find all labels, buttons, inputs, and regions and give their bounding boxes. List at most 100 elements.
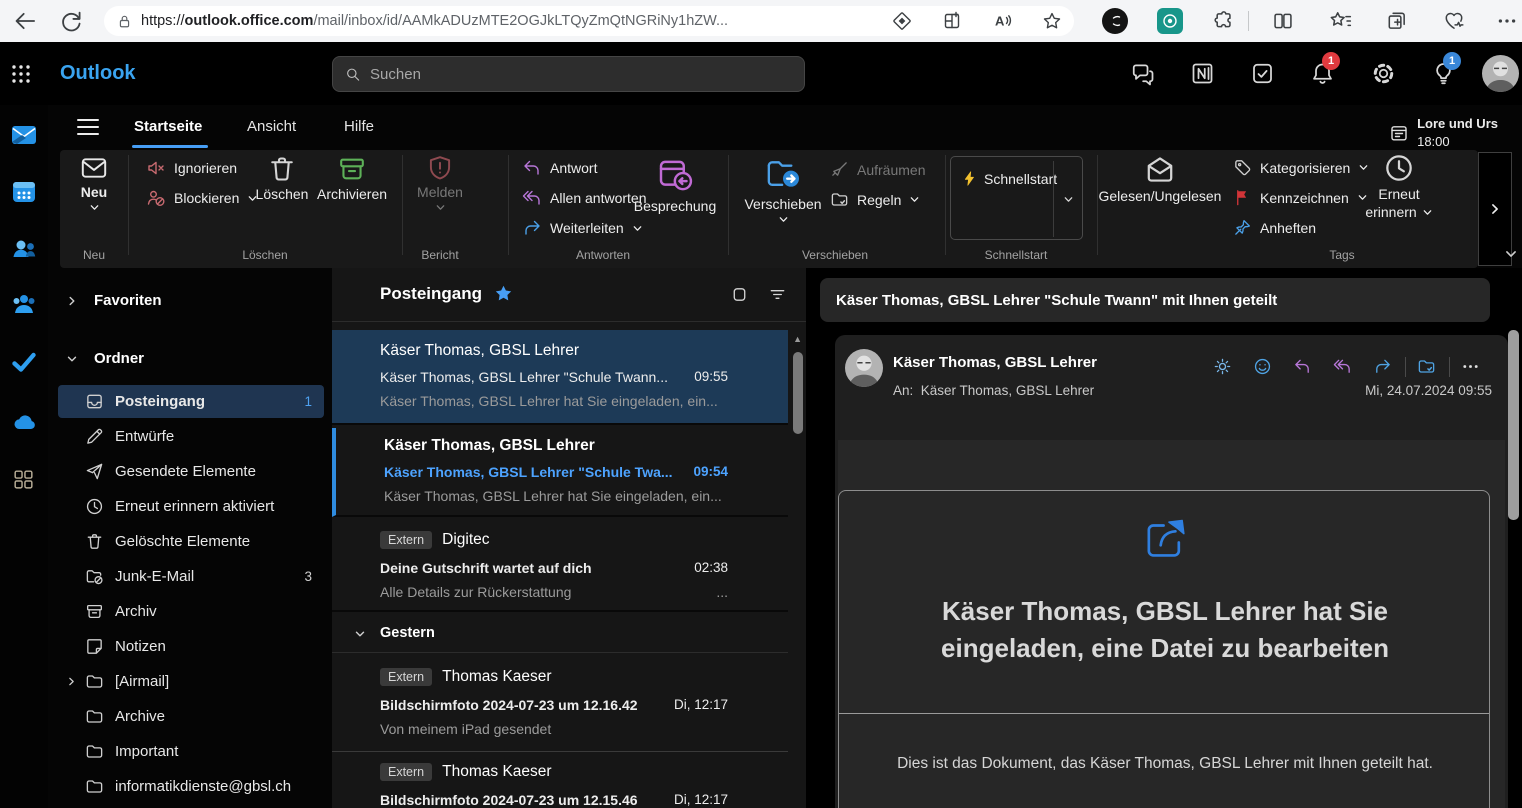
- extensions-puzzle-icon[interactable]: [1213, 10, 1235, 32]
- forward-button[interactable]: Weiterleiten: [522, 218, 643, 238]
- block-button[interactable]: Blockieren: [146, 188, 258, 208]
- split-screen-icon[interactable]: [1272, 10, 1294, 32]
- reading-scrollbar-thumb[interactable]: [1508, 330, 1519, 520]
- reply-all-button[interactable]: Allen antworten: [522, 188, 647, 208]
- snooze-button[interactable]: Erneut erinnern: [1367, 152, 1431, 220]
- scroll-up-arrow[interactable]: ▲: [793, 334, 802, 344]
- message-sender-name[interactable]: Käser Thomas, GBSL Lehrer: [893, 354, 1097, 371]
- favorite-star-icon[interactable]: [1042, 11, 1062, 31]
- rules-button[interactable]: Regeln: [830, 190, 920, 209]
- filter-icon[interactable]: [768, 285, 787, 304]
- address-bar[interactable]: https://outlook.office.com/mail/inbox/id…: [104, 6, 1074, 36]
- account-avatar[interactable]: [1482, 55, 1519, 92]
- folder-notes[interactable]: Notizen: [58, 630, 324, 663]
- rail-more-apps-icon[interactable]: [11, 467, 36, 492]
- new-mail-button[interactable]: Neu: [64, 154, 124, 213]
- tab-startseite[interactable]: Startseite: [134, 105, 202, 148]
- move-button[interactable]: Verschieben: [748, 154, 818, 225]
- email-row-4[interactable]: ExternThomas Kaeser Bildschirmfoto 2024-…: [332, 655, 788, 752]
- browser-refresh-icon[interactable]: [58, 8, 84, 34]
- sweep-button[interactable]: Aufräumen: [830, 160, 925, 179]
- read-unread-button[interactable]: Gelesen/Ungelesen: [1085, 154, 1235, 204]
- rail-groups-icon[interactable]: [11, 291, 37, 317]
- categorize-button[interactable]: Kategorisieren: [1233, 158, 1369, 177]
- folder-deleted[interactable]: Gelöschte Elemente: [58, 525, 324, 558]
- extension-dashlane-icon[interactable]: [1102, 8, 1128, 34]
- more-actions-icon[interactable]: [1461, 357, 1480, 376]
- folder-junk[interactable]: Junk-E-Mail 3: [58, 560, 324, 593]
- sun-theme-icon[interactable]: [1213, 357, 1232, 376]
- read-aloud-icon[interactable]: A: [992, 11, 1012, 31]
- folder-drafts[interactable]: Entwürfe: [58, 420, 324, 453]
- mute-speaker-icon: [146, 158, 166, 178]
- teams-chat-icon[interactable]: [1130, 61, 1155, 86]
- settings-gear-icon[interactable]: [1371, 61, 1396, 86]
- quick-steps-box[interactable]: Schnellstart: [950, 156, 1083, 240]
- send-to-device-icon[interactable]: [892, 11, 912, 31]
- reactions-smiley-icon[interactable]: [1253, 357, 1272, 376]
- collections-icon[interactable]: [1386, 10, 1408, 32]
- ignore-button[interactable]: Ignorieren: [146, 158, 237, 178]
- rail-people-icon[interactable]: [11, 236, 37, 262]
- email-row-5[interactable]: ExternThomas Kaeser Bildschirmfoto 2024-…: [332, 755, 788, 808]
- search-bar[interactable]: [332, 56, 805, 92]
- favorites-header[interactable]: Favoriten: [58, 292, 162, 309]
- flag-button[interactable]: Kennzeichnen: [1233, 188, 1368, 207]
- folders-header[interactable]: Ordner: [58, 350, 144, 367]
- outlook-wordmark[interactable]: Outlook: [60, 42, 136, 105]
- nav-hamburger-icon[interactable]: [76, 118, 100, 136]
- todo-icon[interactable]: [1250, 61, 1275, 86]
- chevron-down-icon: [778, 214, 789, 225]
- archive-button[interactable]: Archivieren: [316, 154, 388, 202]
- reply-all-icon[interactable]: [1333, 357, 1352, 376]
- browser-back-icon[interactable]: [12, 8, 38, 34]
- folder-sent[interactable]: Gesendete Elemente: [58, 455, 324, 488]
- move-to-folder-icon[interactable]: [1417, 357, 1436, 376]
- rail-mail-icon[interactable]: [11, 122, 37, 148]
- chevron-down-icon[interactable]: [1063, 194, 1074, 205]
- report-button[interactable]: Melden: [410, 154, 470, 213]
- pin-icon: [1233, 218, 1252, 237]
- calendar-peek[interactable]: Lore und Urs 18:00: [1417, 110, 1498, 149]
- folder-important[interactable]: Important: [58, 735, 324, 768]
- delete-button[interactable]: Löschen: [248, 154, 316, 202]
- favorites-bar-icon[interactable]: [1330, 10, 1352, 32]
- folder-airmail[interactable]: [Airmail]: [58, 665, 324, 698]
- section-gestern[interactable]: Gestern: [332, 615, 788, 653]
- tab-hilfe[interactable]: Hilfe: [344, 105, 374, 148]
- rail-onedrive-icon[interactable]: [11, 409, 37, 435]
- onenote-icon[interactable]: [1190, 61, 1215, 86]
- app-launcher-icon[interactable]: [9, 62, 33, 86]
- list-scrollbar-thumb[interactable]: [793, 352, 803, 434]
- forward-icon[interactable]: [1373, 357, 1392, 376]
- site-lock-icon[interactable]: [116, 13, 133, 30]
- pin-button[interactable]: Anheften: [1233, 218, 1316, 237]
- browser-essentials-icon[interactable]: [1443, 10, 1465, 32]
- email-preview-more: ...: [716, 584, 728, 600]
- search-input[interactable]: [370, 66, 792, 83]
- folder-snoozed[interactable]: Erneut erinnern aktiviert: [58, 490, 324, 523]
- browser-menu-icon[interactable]: [1496, 10, 1518, 32]
- sender-avatar[interactable]: [845, 349, 883, 387]
- tab-ansicht[interactable]: Ansicht: [247, 105, 296, 148]
- folder-archive-en[interactable]: Archive: [58, 700, 324, 733]
- collapse-ribbon-chevron-icon[interactable]: [1504, 247, 1518, 261]
- folder-informatikdienste[interactable]: informatikdienste@gbsl.ch: [58, 770, 324, 803]
- ribbon-toolbar: Neu Neu Ignorieren Blockieren Löschen Ar…: [60, 150, 1478, 268]
- meeting-button[interactable]: Besprechung: [632, 154, 718, 214]
- folder-archiv[interactable]: Archiv: [58, 595, 324, 628]
- email-row-2[interactable]: Käser Thomas, GBSL Lehrer Käser Thomas, …: [332, 428, 788, 517]
- select-messages-icon[interactable]: [730, 285, 749, 304]
- reply-icon[interactable]: [1293, 357, 1312, 376]
- email-sender-line: ExternThomas Kaeser: [380, 668, 552, 686]
- rail-todo-icon[interactable]: [11, 349, 37, 375]
- email-row-3[interactable]: ExternDigitec Deine Gutschrift wartet au…: [332, 520, 788, 612]
- favorite-star-icon[interactable]: [494, 284, 513, 303]
- folder-inbox[interactable]: Posteingang 1: [58, 385, 324, 418]
- reply-button[interactable]: Antwort: [522, 158, 597, 178]
- workspaces-icon[interactable]: [942, 11, 962, 31]
- message-recipient[interactable]: Käser Thomas, GBSL Lehrer: [921, 383, 1094, 398]
- email-row-1[interactable]: Käser Thomas, GBSL Lehrer Käser Thomas, …: [332, 330, 788, 425]
- rail-calendar-icon[interactable]: [11, 179, 37, 205]
- extension-teal-icon[interactable]: [1157, 8, 1183, 34]
